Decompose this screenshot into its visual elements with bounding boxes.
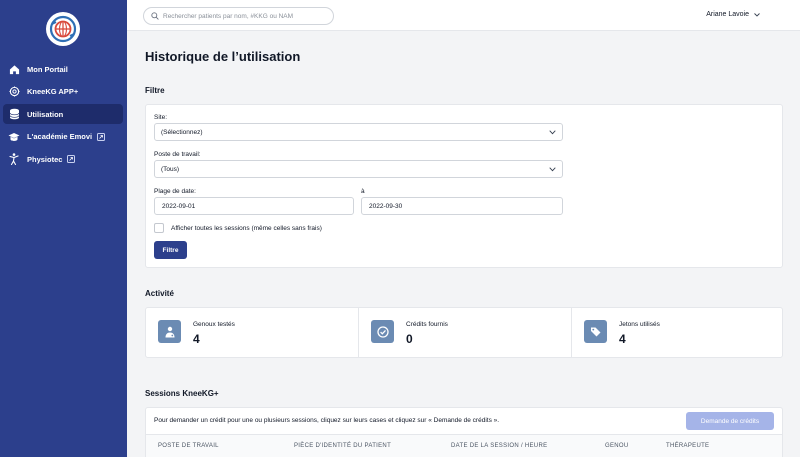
chevron-down-icon [754,12,760,17]
stat-credits-provided: Crédits fournis 0 [358,308,571,358]
sidebar-item-mon-portail[interactable]: Mon Portail [3,59,123,79]
sidebar-item-kneekg-app[interactable]: KneeKG APP+ [3,82,123,102]
globe-logo-icon [49,15,77,43]
sidebar: Mon Portail KneeKG APP+ Utilisation L'ac… [0,0,127,457]
home-icon [8,63,20,75]
sessions-info-text: Pour demander un crédit pour une ou plus… [154,417,500,424]
topbar: Ariane Lavoie [127,0,800,31]
to-label: à [361,188,365,195]
sidebar-item-utilisation[interactable]: Utilisation [3,104,123,124]
search-box[interactable] [143,7,334,25]
sessions-card: Pour demander un crédit pour une ou plus… [145,407,783,457]
date-from-input[interactable]: 2022-09-01 [154,197,354,215]
stat-label: Crédits fournis [406,321,448,328]
check-circle-icon [371,320,394,343]
stat-value: 4 [619,332,626,346]
date-to-input[interactable]: 2022-09-30 [361,197,563,215]
date-to-value: 2022-09-30 [369,202,403,210]
workstation-select[interactable]: (Tous) [154,160,563,178]
filter-button[interactable]: Filtre [154,241,187,259]
doctor-icon [158,320,181,343]
stat-value: 4 [193,332,200,346]
sidebar-item-physiotec[interactable]: Physiotec [3,149,123,169]
user-name: Ariane Lavoie [706,11,749,18]
graduation-cap-icon [8,131,20,143]
user-menu[interactable]: Ariane Lavoie [706,11,760,18]
sidebar-item-label: L'académie Emovi [27,132,93,141]
search-input[interactable] [163,12,333,20]
activity-section-title: Activité [145,289,174,298]
date-from-value: 2022-09-01 [162,202,196,210]
chevron-down-icon [549,167,556,172]
show-all-sessions-label: Afficher toutes les sessions (même celle… [171,225,322,232]
show-all-sessions-checkbox[interactable] [154,223,164,233]
column-header[interactable]: DATE DE LA SESSION / HEURE [451,443,547,449]
site-select[interactable]: (Sélectionnez) [154,123,563,141]
stat-label: Genoux testés [193,321,235,328]
column-header[interactable]: POSTE DE TRAVAIL [158,443,219,449]
app-logo[interactable] [46,12,80,46]
chevron-down-icon [549,130,556,135]
sidebar-item-academie-emovi[interactable]: L'académie Emovi [3,127,123,147]
workstation-label: Poste de travail: [154,151,201,158]
column-header[interactable]: GENOU [605,443,629,449]
column-header[interactable]: PIÈCE D'IDENTITÉ DU PATIENT [294,443,391,449]
database-icon [8,108,20,120]
workstation-select-value: (Tous) [161,165,180,173]
sidebar-item-label: Physiotec [27,154,63,164]
sidebar-item-label: Utilisation [27,109,64,119]
sidebar-nav: Mon Portail KneeKG APP+ Utilisation L'ac… [3,59,123,172]
stat-knees-tested: Genoux testés 4 [146,308,358,358]
stat-label: Jetons utilisés [619,321,660,328]
settings-icon [8,86,20,98]
stat-tokens-used: Jetons utilisés 4 [571,308,782,358]
request-credits-button[interactable]: Demande de crédits [686,412,774,430]
person-stretch-icon [8,153,20,165]
page-title: Historique de l’utilisation [145,49,301,64]
stat-value: 0 [406,332,413,346]
activity-card: Genoux testés 4 Crédits fournis 0 Jetons… [145,307,783,358]
sessions-section-title: Sessions KneeKG+ [145,389,219,398]
sidebar-item-label: Mon Portail [27,64,68,74]
search-icon [151,12,159,20]
filter-card: Site: (Sélectionnez) Poste de travail: (… [145,104,783,268]
column-header[interactable]: THÉRAPEUTE [666,443,709,449]
tags-icon [584,320,607,343]
external-link-icon [67,155,76,163]
table-header: POSTE DE TRAVAIL PIÈCE D'IDENTITÉ DU PAT… [146,434,782,457]
filter-section-title: Filtre [145,86,165,95]
site-select-value: (Sélectionnez) [161,128,203,136]
sidebar-item-label: KneeKG APP+ [27,87,79,96]
date-range-label: Plage de date: [154,188,196,195]
site-label: Site: [154,114,168,121]
external-link-icon [97,132,106,141]
